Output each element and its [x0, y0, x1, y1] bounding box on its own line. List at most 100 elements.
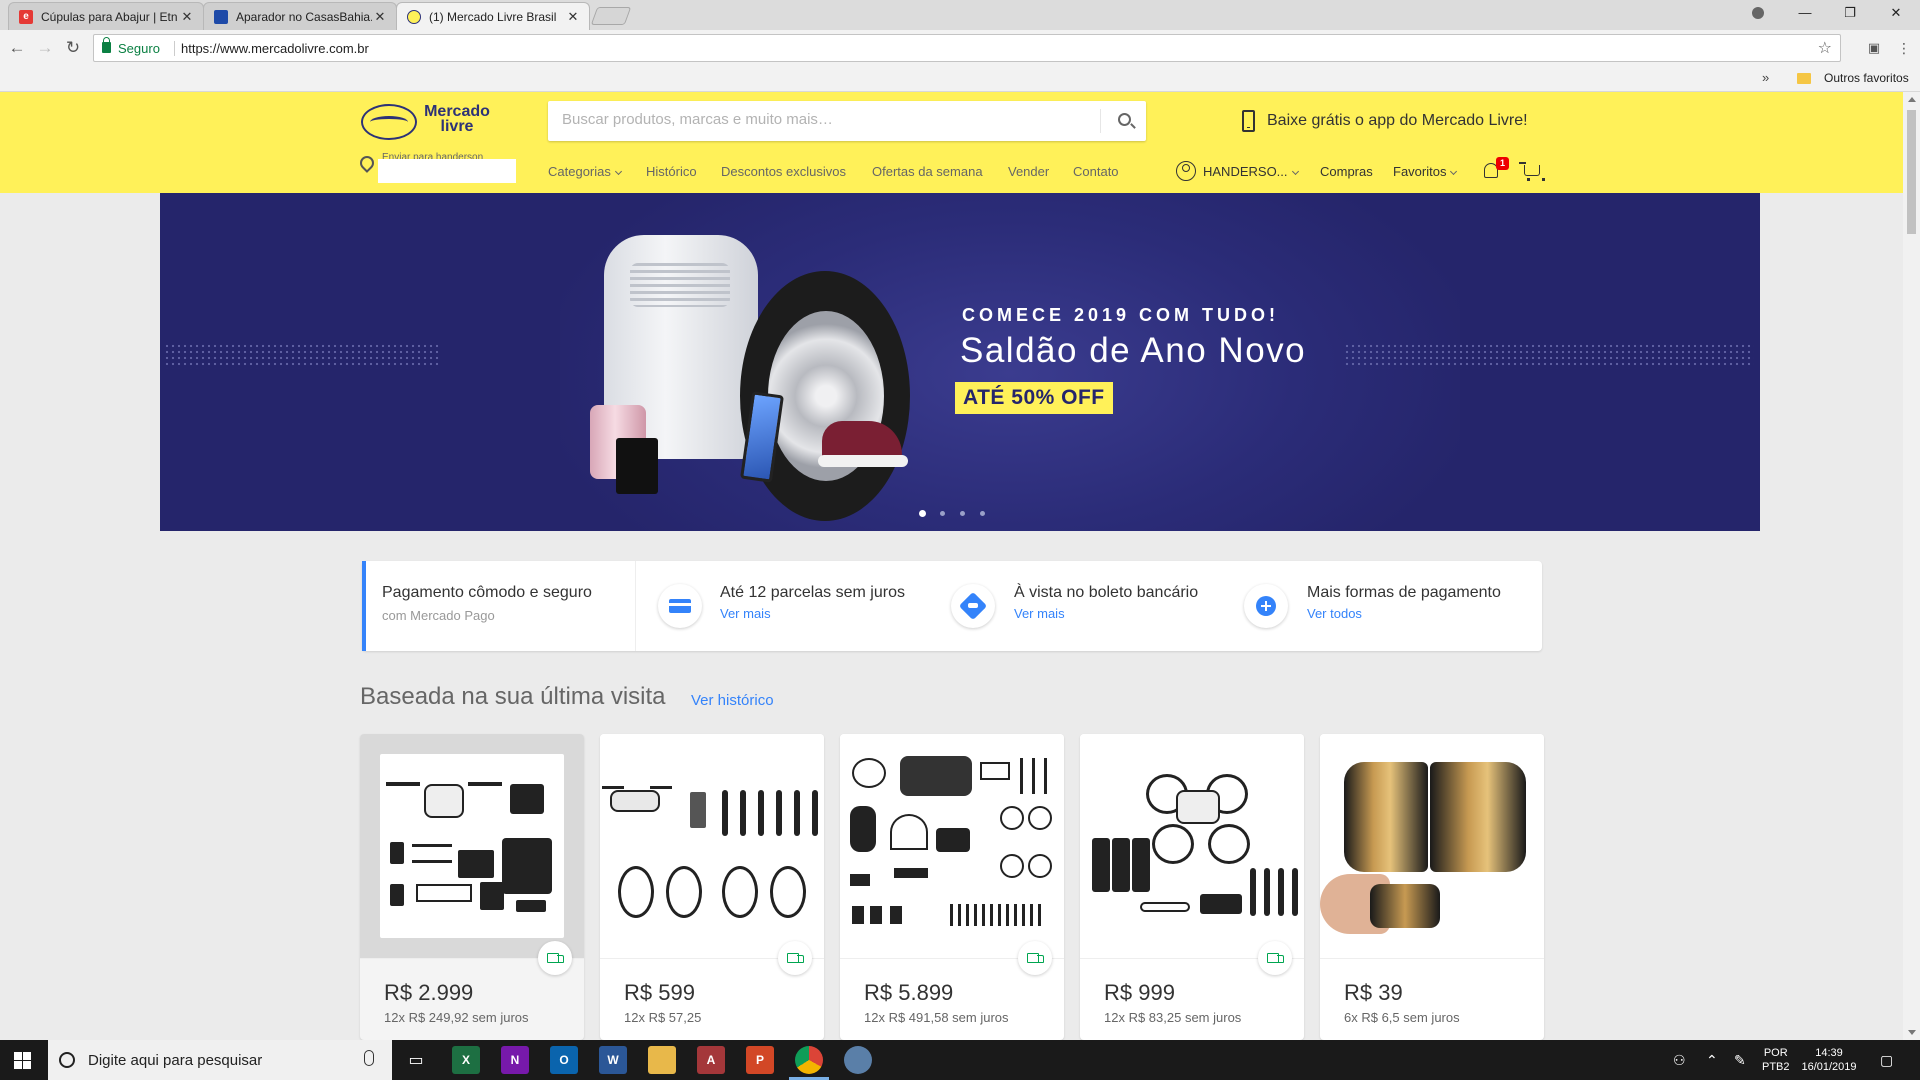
nav-categories[interactable]: Categorias: [548, 164, 622, 179]
search-button[interactable]: [1108, 105, 1142, 137]
carousel-dot-2[interactable]: [940, 511, 945, 516]
free-shipping-truck-icon: [1018, 941, 1052, 975]
bookmark-star-icon[interactable]: ☆: [1818, 38, 1832, 58]
browser-toolbar: ← → ↻ Seguro https://www.mercadolivre.co…: [0, 30, 1920, 66]
location-redaction-box: [378, 159, 516, 183]
scrollbar-thumb[interactable]: [1907, 110, 1916, 234]
favorites-menu[interactable]: Favoritos: [1393, 164, 1458, 179]
scroll-down-arrow-icon[interactable]: [1908, 1030, 1916, 1035]
carousel-dot-1[interactable]: [919, 510, 926, 517]
nav-history[interactable]: Histórico: [646, 164, 697, 179]
excel-app-icon[interactable]: X: [452, 1046, 480, 1074]
logo-line-1: Mercado: [424, 103, 490, 120]
file-explorer-icon[interactable]: [648, 1046, 676, 1074]
taskbar-search-placeholder: Digite aqui para pesquisar: [88, 1052, 263, 1069]
taskbar-search-box[interactable]: Digite aqui para pesquisar: [48, 1040, 392, 1080]
installments-title: Até 12 parcelas sem juros: [720, 584, 905, 601]
new-tab-button[interactable]: [590, 7, 632, 25]
chrome-app-icon[interactable]: [795, 1046, 823, 1074]
windows-start-icon[interactable]: [14, 1052, 31, 1069]
payment-main[interactable]: Pagamento cômodo e seguro com Mercado Pa…: [362, 561, 636, 651]
microphone-icon[interactable]: [364, 1050, 374, 1066]
outlook-app-icon[interactable]: O: [550, 1046, 578, 1074]
menu-dots-icon[interactable]: ⋮: [1892, 36, 1916, 60]
purchases-link[interactable]: Compras: [1320, 164, 1373, 179]
carousel-dot-4[interactable]: [980, 511, 985, 516]
nav-weekly-offers[interactable]: Ofertas da semana: [872, 164, 983, 179]
minimize-button[interactable]: —: [1795, 5, 1815, 23]
payment-boleto[interactable]: À vista no boleto bancário Ver mais: [1014, 584, 1198, 621]
product-card[interactable]: R$ 39 6x R$ 6,5 sem juros: [1320, 734, 1544, 1040]
back-arrow-icon[interactable]: ←: [5, 36, 29, 60]
payment-installments[interactable]: Até 12 parcelas sem juros Ver mais: [720, 584, 905, 621]
etna-favicon-icon: e: [19, 9, 33, 24]
card-divider: [1320, 958, 1544, 959]
browser-tab-casasbahia[interactable]: Aparador no CasasBahia.c ✕: [203, 2, 397, 30]
powerpoint-app-icon[interactable]: P: [746, 1046, 774, 1074]
paint-app-icon[interactable]: [844, 1046, 872, 1074]
clock[interactable]: 14:39 16/01/2019: [1800, 1046, 1858, 1074]
product-price: R$ 39: [1344, 980, 1403, 1005]
page-scrollbar[interactable]: [1903, 92, 1920, 1040]
notification-badge: 1: [1496, 157, 1509, 170]
product-installments: 6x R$ 6,5 sem juros: [1344, 1010, 1460, 1025]
product-card[interactable]: R$ 999 12x R$ 83,25 sem juros: [1080, 734, 1304, 1040]
close-window-button[interactable]: ✕: [1886, 5, 1906, 23]
payment-main-subtitle: com Mercado Pago: [382, 608, 495, 623]
keyboard-layout: PTB2: [1762, 1061, 1790, 1073]
address-bar[interactable]: Seguro https://www.mercadolivre.com.br ☆: [93, 34, 1841, 62]
boleto-link[interactable]: Ver mais: [1014, 606, 1198, 621]
product-card[interactable]: R$ 2.999 12x R$ 249,92 sem juros: [360, 734, 584, 1040]
url-text[interactable]: https://www.mercadolivre.com.br: [181, 41, 369, 56]
close-tab-icon[interactable]: ✕: [179, 9, 195, 25]
action-center-icon[interactable]: ▢: [1880, 1052, 1893, 1069]
free-shipping-truck-icon: [538, 941, 572, 975]
app-download-link[interactable]: Baixe grátis o app do Mercado Livre!: [1242, 110, 1528, 132]
installments-link[interactable]: Ver mais: [720, 606, 905, 621]
task-view-icon[interactable]: ▭: [402, 1046, 430, 1074]
extension-icon[interactable]: ▣: [1862, 36, 1886, 60]
onenote-app-icon[interactable]: N: [501, 1046, 529, 1074]
access-app-icon[interactable]: A: [697, 1046, 725, 1074]
close-tab-icon[interactable]: ✕: [372, 9, 388, 25]
input-language[interactable]: POR PTB2: [1762, 1046, 1790, 1074]
mercadolivre-favicon-icon: [407, 9, 421, 24]
app-promo-text: Baixe grátis o app do Mercado Livre!: [1267, 112, 1528, 129]
payment-more-methods[interactable]: Mais formas de pagamento Ver todos: [1307, 584, 1501, 621]
secure-label: Seguro: [118, 41, 160, 56]
product-card[interactable]: R$ 5.899 12x R$ 491,58 sem juros: [840, 734, 1064, 1040]
browser-tab-mercadolivre[interactable]: (1) Mercado Livre Brasil ✕: [396, 2, 590, 30]
handshake-icon: [951, 584, 995, 628]
search-input[interactable]: [562, 111, 1082, 128]
shopping-cart-icon[interactable]: [1519, 162, 1545, 181]
people-icon[interactable]: ⚇: [1673, 1052, 1686, 1069]
tray-overflow-chevron-icon[interactable]: ⌃: [1706, 1052, 1718, 1069]
recommendations-title: Baseada na sua última visita: [360, 683, 666, 710]
reload-icon[interactable]: ↻: [61, 36, 85, 60]
product-price: R$ 5.899: [864, 980, 954, 1005]
scroll-up-arrow-icon[interactable]: [1908, 97, 1916, 102]
product-installments: 12x R$ 57,25: [624, 1010, 702, 1025]
product-installments: 12x R$ 249,92 sem juros: [384, 1010, 529, 1025]
forward-arrow-icon[interactable]: →: [33, 36, 57, 60]
more-methods-link[interactable]: Ver todos: [1307, 606, 1501, 621]
close-tab-icon[interactable]: ✕: [565, 9, 581, 25]
view-history-link[interactable]: Ver histórico: [691, 692, 774, 709]
cortana-icon: [59, 1052, 75, 1068]
profile-icon[interactable]: [1748, 5, 1768, 23]
user-menu[interactable]: HANDERSO...: [1203, 164, 1299, 179]
nav-sell[interactable]: Vender: [1008, 164, 1049, 179]
word-app-icon[interactable]: W: [599, 1046, 627, 1074]
pen-icon[interactable]: ✎: [1734, 1052, 1746, 1069]
drone-batteries-image: [1080, 734, 1304, 958]
nav-exclusive-discounts[interactable]: Descontos exclusivos: [721, 164, 846, 179]
browser-tab-cupulas[interactable]: e Cúpulas para Abajur | Etn ✕: [8, 2, 204, 30]
product-card[interactable]: R$ 599 12x R$ 57,25: [600, 734, 824, 1040]
hero-banner[interactable]: COMECE 2019 COM TUDO! Saldão de Ano Novo…: [160, 193, 1760, 531]
carousel-dot-3[interactable]: [960, 511, 965, 516]
nav-contact[interactable]: Contato: [1073, 164, 1119, 179]
bookmarks-overflow-icon[interactable]: »: [1762, 70, 1769, 85]
banner-discount-badge: ATÉ 50% OFF: [955, 382, 1113, 414]
other-bookmarks-folder[interactable]: Outros favoritos: [1824, 71, 1909, 85]
restore-button[interactable]: ❐: [1840, 5, 1860, 23]
